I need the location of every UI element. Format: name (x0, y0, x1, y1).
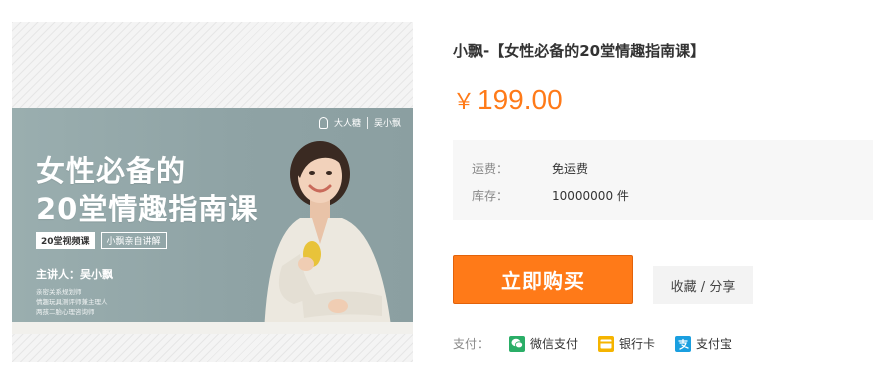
payment-method-alipay: 支付宝 (675, 335, 732, 352)
banner-tag-narration: 小飘亲自讲解 (100, 232, 167, 249)
currency-symbol: ￥ (453, 89, 476, 114)
product-info-panel: 运费： 免运费 库存： 10000000 件 (453, 140, 873, 220)
banner-lecturer: 主讲人：吴小飘 (36, 268, 113, 281)
payment-method-label: 支付宝 (696, 337, 733, 351)
shipping-row: 运费： 免运费 (472, 160, 588, 177)
banner-bio-line: 两孩二胎心理咨询师 (36, 308, 95, 316)
alipay-icon (675, 335, 692, 352)
payment-method-label: 微信支付 (530, 337, 579, 351)
buy-now-button[interactable]: 立即购买 (453, 255, 633, 304)
favorite-share-button[interactable]: 收藏 / 分享 (653, 266, 753, 304)
product-price: ￥199.00 (453, 84, 563, 116)
banner-bio-line: 情趣玩具测评师兼主理人 (36, 298, 108, 306)
payment-method-label: 银行卡 (619, 337, 656, 351)
bank-card-icon (598, 335, 615, 352)
stock-label: 库存： (472, 189, 509, 203)
payment-methods: 支付： 微信支付 银行卡 支付宝 (453, 335, 752, 352)
banner-title-line-2: 20堂情趣指南课 (36, 192, 259, 226)
stock-row: 库存： 10000000 件 (472, 187, 629, 204)
banner-table-surface (12, 322, 413, 334)
banner-bio-line: 亲密关系规划师 (36, 288, 82, 296)
shipping-label: 运费： (472, 162, 509, 176)
shipping-value: 免运费 (552, 162, 589, 176)
stock-value: 10000000 件 (552, 189, 629, 203)
payment-label: 支付： (453, 337, 490, 351)
payment-method-wechat: 微信支付 (509, 335, 578, 352)
presenter-photo (264, 141, 392, 334)
product-image-frame: 大人糖 吴小飘 女性必备的 20堂情趣指南课 20堂视频课 小飘亲自讲解 主讲人… (12, 22, 413, 362)
banner-tags: 20堂视频课 小飘亲自讲解 (36, 232, 167, 249)
payment-method-bankcard: 银行卡 (598, 335, 655, 352)
product-banner-image: 大人糖 吴小飘 女性必备的 20堂情趣指南课 20堂视频课 小飘亲自讲解 主讲人… (12, 108, 413, 334)
price-value: 199.00 (477, 84, 563, 115)
product-title: 小飘-【女性必备的20堂情趣指南课】 (453, 42, 706, 60)
wechat-pay-icon (509, 335, 525, 352)
banner-title-line-1: 女性必备的 (36, 154, 187, 188)
banner-tag-videos: 20堂视频课 (36, 232, 95, 249)
